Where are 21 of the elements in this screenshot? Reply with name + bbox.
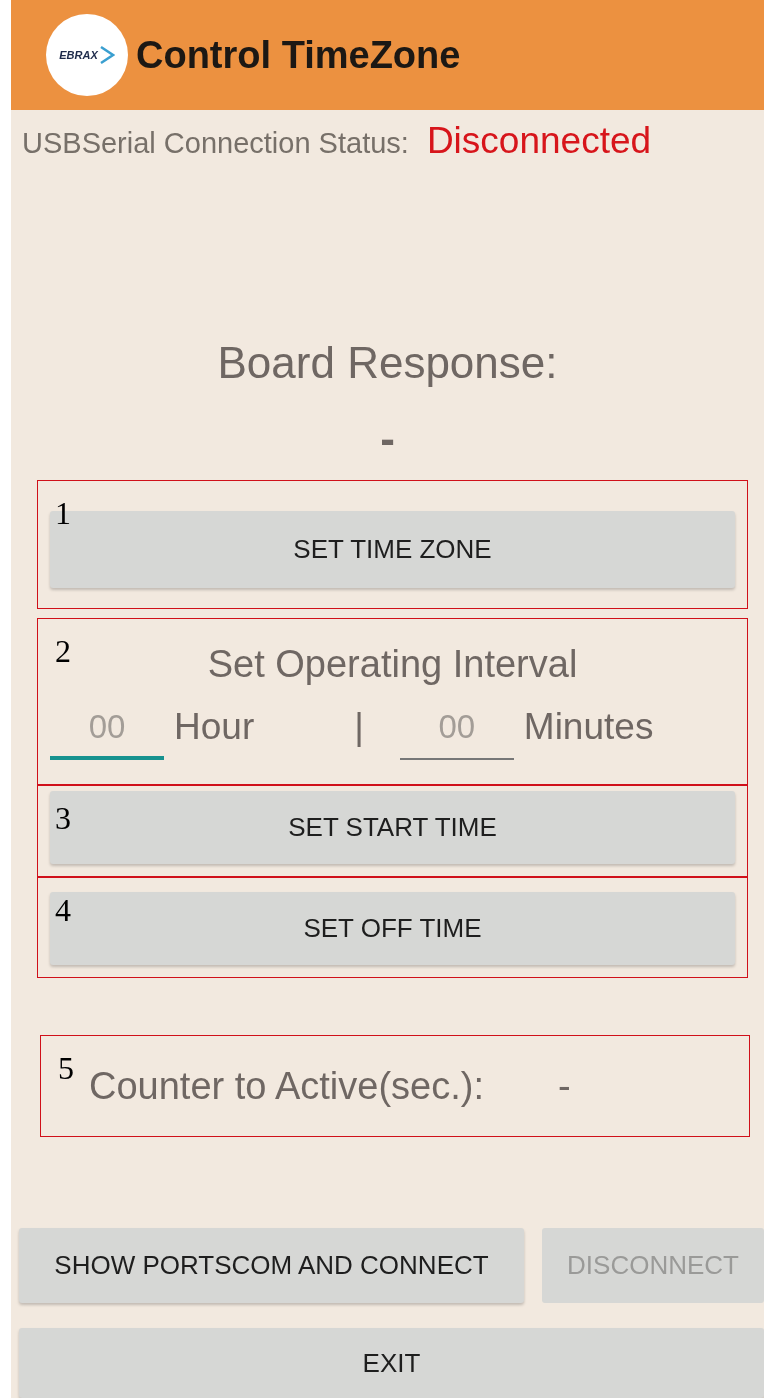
chevron-icon (98, 45, 115, 65)
separator-text: | (354, 706, 364, 749)
counter-label: Counter to Active(sec.): (89, 1064, 484, 1108)
counter-value: - (557, 1064, 571, 1108)
status-label: USBSerial Connection Status: (22, 127, 409, 160)
status-value: Disconnected (426, 120, 652, 162)
board-response-value: - (380, 414, 395, 464)
annotation-number: 4 (55, 892, 71, 929)
annotation-number: 5 (58, 1050, 74, 1087)
logo-text: EBRAX (59, 49, 98, 61)
action-button[interactable]: SHOW PORTSCOM AND CONNECT (19, 1228, 524, 1303)
app-title: Control TimeZone (136, 33, 461, 77)
unit-label: Minutes (523, 706, 654, 749)
action-button[interactable]: EXIT (19, 1328, 764, 1398)
annotation-number: 2 (55, 633, 71, 670)
board-response-label: Board Response: (217, 338, 558, 388)
number-input-field[interactable]: 00 (50, 708, 164, 760)
section-title: Set Operating Interval (207, 643, 578, 686)
unit-label: Hour (174, 706, 255, 749)
annotation-number: 3 (55, 800, 71, 837)
number-input-field[interactable]: 00 (399, 708, 514, 760)
